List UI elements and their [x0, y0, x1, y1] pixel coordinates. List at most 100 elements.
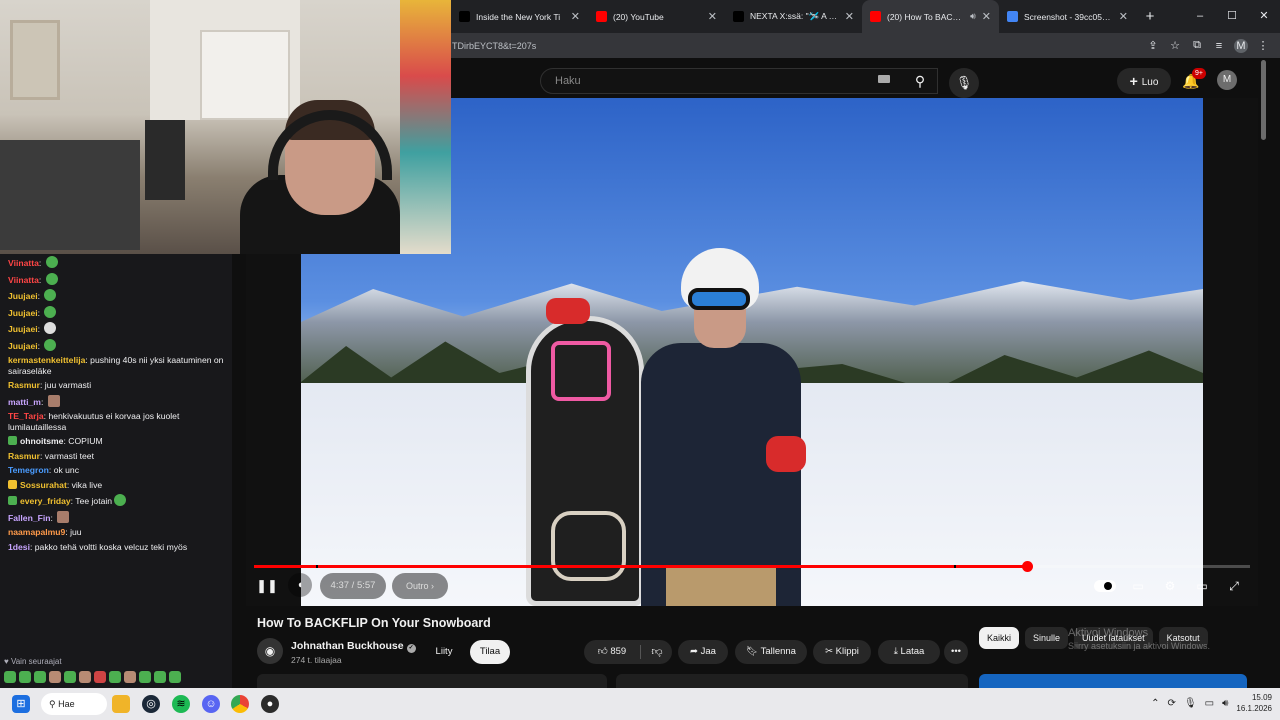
autoplay-toggle[interactable]: [1094, 580, 1116, 592]
channel-name-row[interactable]: Johnathan Buckhouse ✓: [291, 640, 416, 653]
emote-icon[interactable]: [79, 671, 91, 683]
more-actions-button[interactable]: •••: [944, 640, 968, 664]
maximize-icon[interactable]: ☐: [1216, 0, 1248, 33]
windows-start-icon[interactable]: ⊞: [12, 695, 30, 713]
filter-chip-all[interactable]: Kaikki: [979, 627, 1020, 649]
emote-icon[interactable]: [34, 671, 46, 683]
like-button[interactable]: 👍︎ 859: [584, 640, 640, 664]
chrome-icon[interactable]: [231, 695, 249, 713]
emote-icon[interactable]: [94, 671, 106, 683]
menu-kebab-icon[interactable]: ⋮: [1256, 39, 1270, 52]
progress-bar[interactable]: [254, 561, 1250, 572]
clip-button[interactable]: ✂ Klippi: [813, 640, 871, 664]
chat-username[interactable]: matti_m: [8, 397, 41, 407]
tab-audio-icon[interactable]: 🔊︎: [970, 11, 976, 22]
dislike-icon[interactable]: 👎︎: [642, 640, 672, 664]
emote-icon[interactable]: [4, 671, 16, 683]
address-bar[interactable]: TDirbEYCT8&t=207s: [451, 41, 1146, 51]
keyboard-icon[interactable]: [878, 75, 890, 83]
media-icon[interactable]: ≡: [1212, 40, 1226, 52]
chat-username[interactable]: Fallen_Fin: [8, 513, 51, 523]
subscribe-button[interactable]: Tilaa: [470, 640, 510, 664]
chat-username[interactable]: naamapalmu9: [8, 527, 65, 537]
speaker-icon[interactable]: 🔊︎: [1222, 698, 1228, 709]
tab-close-icon[interactable]: ✕: [982, 10, 991, 23]
search-icon[interactable]: ⚲: [903, 68, 937, 94]
chat-username[interactable]: Viinatta: [8, 275, 39, 285]
chat-username[interactable]: Temegron: [8, 465, 49, 475]
browser-tab[interactable]: (20) YouTube ✕: [588, 0, 725, 33]
discord-icon[interactable]: ☺: [202, 695, 220, 713]
volume-icon[interactable]: ◖: [288, 573, 312, 597]
settings-gear-icon[interactable]: ⚙: [1160, 576, 1180, 596]
bookmark-star-icon[interactable]: ☆: [1168, 39, 1182, 52]
tab-close-icon[interactable]: ✕: [708, 10, 717, 23]
subtitles-icon[interactable]: ▭: [1128, 576, 1148, 596]
share-button[interactable]: ➦ Jaa: [678, 640, 728, 664]
emote-icon[interactable]: [139, 671, 151, 683]
chat-username[interactable]: Juujaei: [8, 291, 38, 301]
obs-icon[interactable]: ●: [261, 695, 279, 713]
recommended-video-thumbnail[interactable]: [979, 674, 1247, 688]
description-preview[interactable]: [616, 674, 968, 688]
chat-username[interactable]: Juujaei: [8, 324, 38, 334]
monitor-icon[interactable]: ▭: [1205, 698, 1214, 709]
save-button[interactable]: 🔖︎ Tallenna: [735, 640, 807, 664]
chapter-button[interactable]: Outro ›: [392, 573, 448, 599]
progress-scrubber[interactable]: [1021, 561, 1033, 572]
filter-chip-for-you[interactable]: Sinulle: [1025, 627, 1069, 649]
create-button[interactable]: + Luo: [1117, 68, 1171, 94]
chevron-up-icon[interactable]: ⌃: [1151, 698, 1159, 709]
pause-icon[interactable]: ❚❚: [256, 573, 278, 599]
taskbar-search[interactable]: ⚲ Hae: [41, 693, 107, 715]
new-tab-button[interactable]: +: [1136, 8, 1164, 25]
notifications-bell-icon[interactable]: 🔔 9+: [1179, 68, 1206, 93]
channel-name[interactable]: Johnathan Buckhouse: [291, 640, 404, 652]
browser-tab[interactable]: Inside the New York Ti ✕: [451, 0, 588, 33]
account-avatar[interactable]: M: [1217, 70, 1237, 90]
emote-icon[interactable]: [154, 671, 166, 683]
browser-tab[interactable]: NEXTA X:ssä: "🛩️ A couple ✕: [725, 0, 862, 33]
network-icon[interactable]: ⟳: [1168, 698, 1176, 709]
emote-icon[interactable]: [19, 671, 31, 683]
chat-username[interactable]: Juujaei: [8, 308, 38, 318]
tab-close-icon[interactable]: ✕: [845, 10, 854, 23]
file-explorer-icon[interactable]: [112, 695, 130, 713]
spotify-icon[interactable]: ≋: [172, 695, 190, 713]
theater-mode-icon[interactable]: ▭: [1192, 576, 1212, 596]
chat-username[interactable]: ohnoitsme: [20, 436, 63, 446]
mic-tray-icon[interactable]: 🎙: [1184, 698, 1197, 709]
tab-close-icon[interactable]: ✕: [571, 10, 580, 23]
steam-icon[interactable]: ◎: [142, 695, 160, 713]
install-icon[interactable]: ⇪: [1146, 39, 1160, 52]
tab-close-icon[interactable]: ✕: [1119, 10, 1128, 23]
fullscreen-icon[interactable]: ⤢: [1224, 576, 1244, 596]
emote-icon[interactable]: [109, 671, 121, 683]
chat-username[interactable]: Sossurahat: [20, 480, 67, 490]
close-window-icon[interactable]: ✕: [1248, 0, 1280, 33]
join-button[interactable]: Liity: [425, 640, 463, 664]
page-scrollbar[interactable]: [1261, 60, 1266, 140]
chat-username[interactable]: Viinatta: [8, 258, 39, 268]
download-button[interactable]: ⤓ Lataa: [878, 640, 940, 664]
emote-icon[interactable]: [124, 671, 136, 683]
chat-username[interactable]: every_friday: [20, 496, 71, 506]
browser-tab[interactable]: (20) How To BACKFLIP 🔊︎ ✕: [862, 0, 999, 33]
clock[interactable]: 15.09 16.1.2026: [1236, 692, 1272, 714]
browser-tab[interactable]: Screenshot - 39cc05379a0 ✕: [999, 0, 1136, 33]
profile-avatar[interactable]: M: [1234, 38, 1248, 53]
microphone-icon[interactable]: 🎙: [949, 68, 979, 98]
chat-username[interactable]: 1desi: [8, 542, 30, 552]
emote-icon[interactable]: [169, 671, 181, 683]
emote-icon[interactable]: [64, 671, 76, 683]
extensions-icon[interactable]: ⧉: [1190, 39, 1204, 52]
minimize-icon[interactable]: –: [1184, 0, 1216, 33]
chat-username[interactable]: TE_Tarja: [8, 411, 44, 421]
channel-avatar[interactable]: ◉: [257, 638, 283, 664]
comments-preview[interactable]: [257, 674, 607, 688]
chat-username[interactable]: Juujaei: [8, 341, 38, 351]
emote-icon[interactable]: [49, 671, 61, 683]
chat-username[interactable]: kermastenkeittelija: [8, 355, 85, 365]
chat-username[interactable]: Rasmur: [8, 451, 40, 461]
chat-username[interactable]: Rasmur: [8, 380, 40, 390]
